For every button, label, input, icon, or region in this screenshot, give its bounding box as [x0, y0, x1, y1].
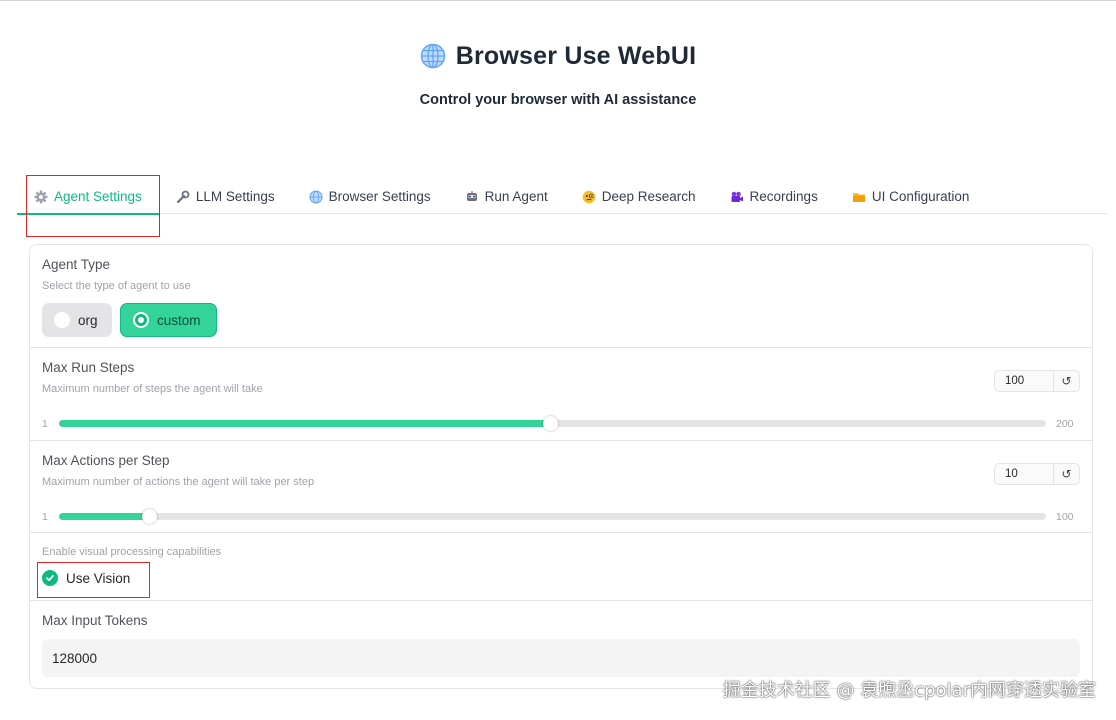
max-actions-slider[interactable] [59, 509, 1046, 524]
agent-type-info: Select the type of agent to use [42, 280, 191, 292]
max-actions-number-box: 10 ↺ [994, 463, 1080, 485]
max-run-steps-number-box: 100 ↺ [994, 370, 1080, 392]
tab-run-agent[interactable]: Run Agent [448, 180, 565, 214]
tab-label: Browser Settings [328, 189, 431, 204]
use-vision-checkbox[interactable]: Use Vision [42, 570, 130, 586]
gear-icon [34, 190, 48, 203]
use-vision-label: Use Vision [66, 570, 131, 586]
tab-label: LLM Settings [195, 189, 275, 204]
movie-camera-icon [731, 191, 743, 202]
app-header: Browser Use WebUI Control your browser w… [0, 40, 1116, 109]
agent-type-block: Agent Type Select the type of agent to u… [30, 245, 1092, 348]
tab-label: Agent Settings [54, 189, 142, 204]
globe-icon [420, 43, 445, 69]
max-actions-label: Max Actions per Step [42, 453, 170, 468]
tab-label: Deep Research [601, 189, 696, 204]
max-run-steps-label: Max Run Steps [42, 360, 135, 375]
max-actions-input[interactable]: 10 [995, 468, 1053, 480]
agent-type-option-org[interactable]: org [42, 303, 112, 337]
use-vision-block: Enable visual processing capabilities Us… [30, 533, 1092, 601]
use-vision-info: Enable visual processing capabilities [42, 546, 222, 558]
tab-agent-settings[interactable]: Agent Settings [17, 180, 159, 215]
reset-button[interactable]: ↺ [1053, 464, 1079, 484]
max-run-steps-input[interactable]: 100 [995, 375, 1053, 387]
max-run-steps-block: Max Run Steps Maximum number of steps th… [30, 348, 1092, 441]
tab-label: Recordings [749, 189, 818, 204]
wrench-icon [176, 190, 190, 203]
slider-thumb[interactable] [141, 509, 157, 524]
slider-fill [59, 420, 551, 427]
watermark: 掘金技术社区 @ 袁煦丞cpolar内网穿透实验室 [722, 680, 1096, 701]
tab-llm-settings[interactable]: LLM Settings [159, 180, 292, 214]
max-actions-info: Maximum number of actions the agent will… [42, 476, 315, 488]
robot-icon [466, 190, 477, 201]
max-input-tokens-input[interactable]: 128000 [42, 639, 1080, 677]
slider-max-label: 200 [1056, 418, 1074, 430]
tab-label: UI Configuration [871, 189, 970, 204]
tab-bar: Agent Settings LLM Settings Browser Sett… [17, 180, 1107, 215]
slider-min-label: 1 [42, 418, 48, 430]
tab-ui-configuration[interactable]: UI Configuration [835, 180, 987, 214]
tab-deep-research[interactable]: Deep Research [565, 180, 713, 214]
slider-max-label: 100 [1056, 511, 1074, 523]
top-border [0, 0, 1116, 3]
agent-type-label: Agent Type [42, 257, 111, 272]
max-input-tokens-label: Max Input Tokens [42, 613, 148, 628]
reset-button[interactable]: ↺ [1053, 371, 1079, 391]
title-row: Browser Use WebUI [0, 40, 1116, 72]
radio-label: custom [157, 312, 201, 328]
tab-label: Run Agent [484, 189, 548, 204]
globe-icon [309, 190, 323, 203]
radio-label: org [78, 312, 98, 328]
agent-type-option-custom[interactable]: custom [120, 303, 217, 337]
folder-icon [852, 192, 865, 202]
page-subtitle: Control your browser with AI assistance [419, 92, 697, 108]
radio-dot [133, 312, 149, 328]
max-actions-block: Max Actions per Step Maximum number of a… [30, 441, 1092, 533]
slider-thumb[interactable] [543, 416, 559, 431]
radio-dot [54, 312, 70, 328]
max-run-steps-info: Maximum number of steps the agent will t… [42, 383, 263, 395]
slider-fill [59, 513, 149, 520]
max-run-steps-slider[interactable] [59, 416, 1046, 431]
agent-settings-panel: Agent Type Select the type of agent to u… [29, 244, 1093, 689]
check-circle-icon [42, 570, 58, 586]
tab-recordings[interactable]: Recordings [713, 180, 835, 214]
face-with-monocle-icon [582, 190, 596, 203]
page-title: Browser Use WebUI [455, 41, 697, 70]
slider-min-label: 1 [42, 511, 48, 523]
tab-browser-settings[interactable]: Browser Settings [292, 180, 448, 214]
